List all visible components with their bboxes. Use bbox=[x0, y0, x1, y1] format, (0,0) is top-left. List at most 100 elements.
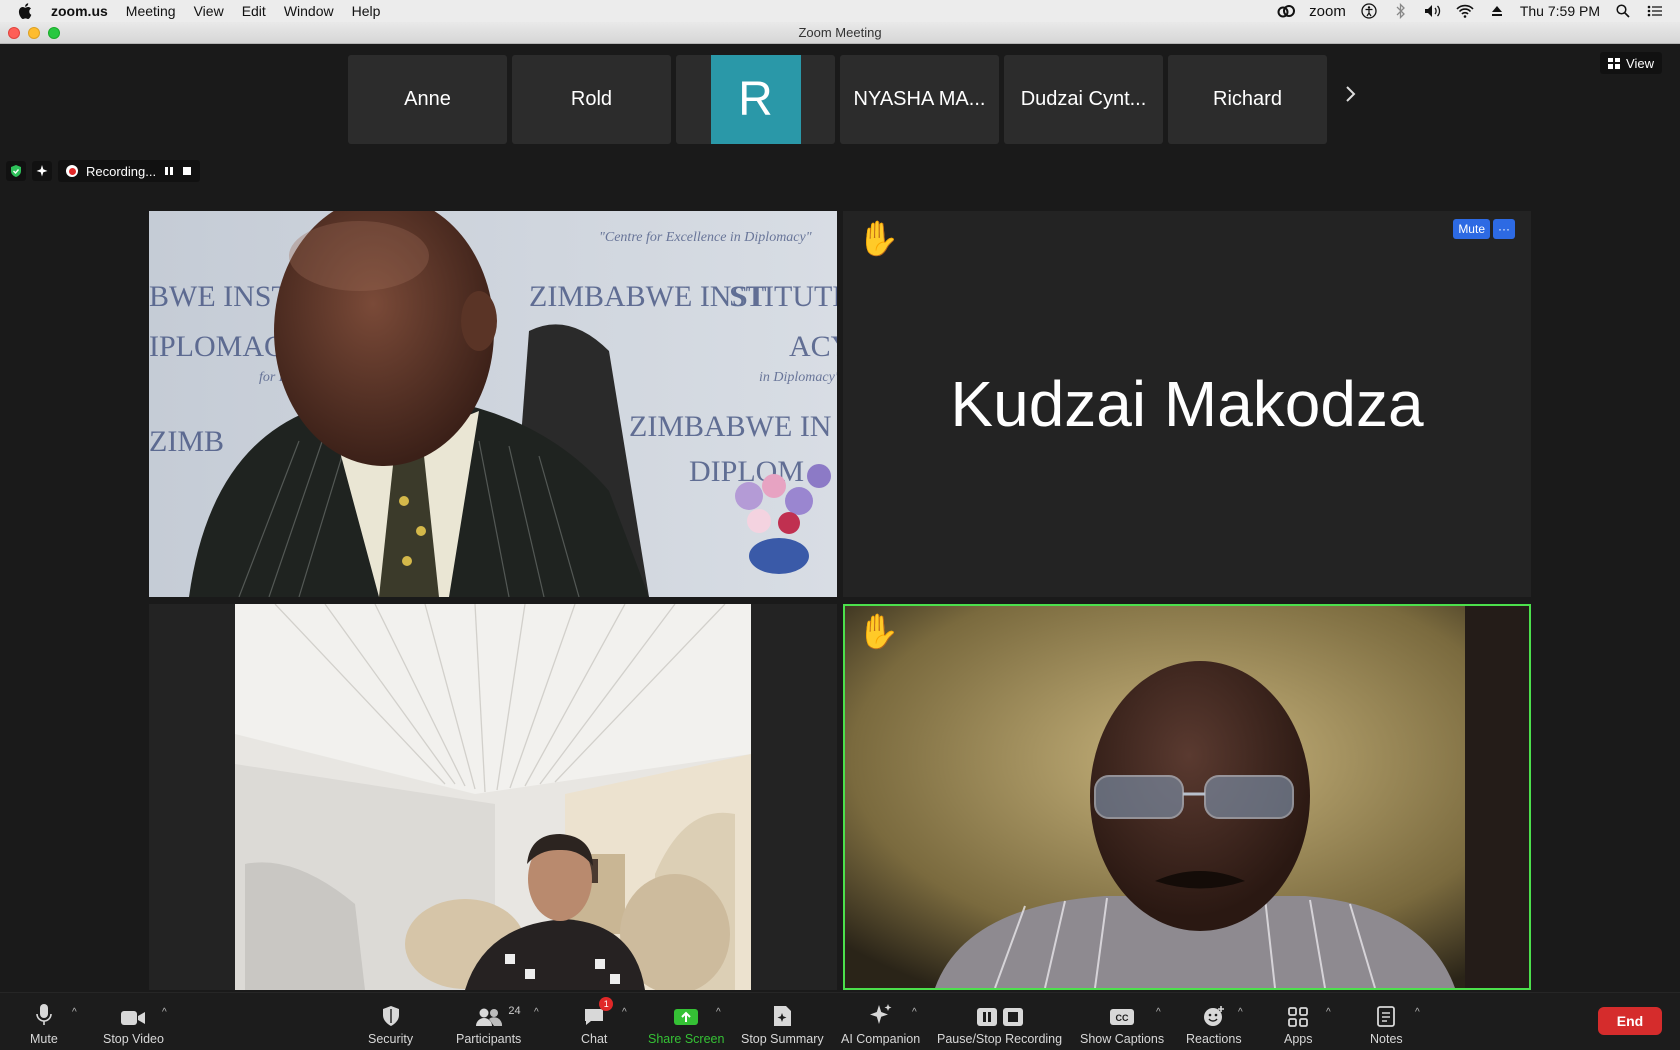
reactions-button[interactable]: Reactions bbox=[1186, 1001, 1242, 1046]
active-speaker-video-feed bbox=[845, 606, 1529, 988]
svg-text:ZIMBABWE IN: ZIMBABWE IN bbox=[629, 410, 831, 443]
grid-view-icon bbox=[1608, 57, 1621, 69]
reactions-options-chevron-icon[interactable]: ^ bbox=[1238, 1007, 1243, 1018]
stop-summary-label: Stop Summary bbox=[741, 1032, 824, 1046]
mute-button[interactable]: Mute bbox=[30, 1001, 58, 1046]
svg-text:"Centre for Excellence in Dipl: "Centre for Excellence in Diplomacy" bbox=[599, 230, 812, 245]
recording-status[interactable]: Recording... bbox=[58, 160, 201, 182]
ai-companion-button[interactable]: AI Companion bbox=[841, 1001, 920, 1046]
apps-options-chevron-icon[interactable]: ^ bbox=[1326, 1007, 1331, 1018]
participant-3-video-feed bbox=[149, 604, 837, 990]
strip-tile-richard[interactable]: Richard bbox=[1168, 55, 1327, 144]
show-captions-button[interactable]: CC Show Captions bbox=[1080, 1001, 1164, 1046]
security-button[interactable]: Security bbox=[368, 1001, 413, 1046]
menu-meeting[interactable]: Meeting bbox=[117, 0, 185, 22]
captions-options-chevron-icon[interactable]: ^ bbox=[1156, 1007, 1161, 1018]
stop-summary-button[interactable]: Stop Summary bbox=[741, 1001, 824, 1046]
video-tile-participant-1[interactable]: BWE INST STITUTE ZIMBABWE INST IPLOMAC A… bbox=[149, 211, 837, 597]
stop-video-button[interactable]: Stop Video bbox=[103, 1001, 164, 1046]
ai-companion-label: AI Companion bbox=[841, 1032, 921, 1046]
video-tile-participant-3[interactable] bbox=[149, 604, 837, 990]
window-minimize-button[interactable] bbox=[28, 27, 40, 39]
strip-tile-name: Anne bbox=[404, 88, 451, 110]
view-button[interactable]: View bbox=[1600, 52, 1662, 74]
avatar-initial: R bbox=[738, 73, 773, 126]
zoom-status-item[interactable]: zoom bbox=[1309, 3, 1346, 20]
recording-indicator-bar: Recording... bbox=[6, 160, 201, 182]
creative-cloud-icon[interactable] bbox=[1277, 2, 1296, 20]
pause-stop-recording-button[interactable]: Pause/Stop Recording bbox=[937, 1001, 1062, 1046]
stop-recording-icon[interactable] bbox=[182, 166, 192, 176]
end-meeting-button[interactable]: End bbox=[1598, 1007, 1662, 1035]
svg-text:BWE INST: BWE INST bbox=[149, 280, 290, 313]
menubar-clock[interactable]: Thu 7:59 PM bbox=[1520, 3, 1600, 19]
strip-tile-nyasha[interactable]: NYASHA MA... bbox=[840, 55, 999, 144]
chat-button[interactable]: 1 Chat bbox=[581, 997, 614, 1046]
svg-text:CC: CC bbox=[1116, 1013, 1129, 1023]
participant-strip: Anne Rold R NYASHA MA... Dudzai Cynt... … bbox=[348, 55, 1327, 144]
audio-options-chevron-icon[interactable]: ^ bbox=[72, 1007, 77, 1018]
bluetooth-icon[interactable] bbox=[1392, 2, 1410, 20]
mute-label: Mute bbox=[30, 1032, 58, 1046]
raised-hand-icon: ✋ bbox=[857, 613, 900, 651]
svg-text:ZIMB: ZIMB bbox=[149, 425, 224, 458]
video-options-chevron-icon[interactable]: ^ bbox=[162, 1007, 167, 1018]
avatar: R bbox=[710, 55, 801, 144]
apple-logo-icon[interactable] bbox=[14, 0, 36, 22]
video-tile-active-speaker[interactable]: ✋ bbox=[843, 604, 1531, 990]
participants-icon bbox=[475, 1008, 502, 1026]
participants-button[interactable]: 24 Participants bbox=[456, 1001, 521, 1046]
spotlight-search-icon[interactable] bbox=[1614, 2, 1632, 20]
notes-icon bbox=[1377, 1006, 1396, 1027]
strip-tile-dudzai[interactable]: Dudzai Cynt... bbox=[1004, 55, 1163, 144]
window-title: Zoom Meeting bbox=[798, 25, 882, 40]
reactions-label: Reactions bbox=[1186, 1032, 1242, 1046]
participant-mute-button[interactable]: Mute bbox=[1453, 219, 1490, 239]
strip-tile-anne[interactable]: Anne bbox=[348, 55, 507, 144]
accessibility-icon[interactable] bbox=[1360, 2, 1378, 20]
reactions-smiley-icon bbox=[1203, 1006, 1224, 1026]
share-screen-button[interactable]: Share Screen bbox=[648, 1001, 724, 1046]
raised-hand-icon: ✋ bbox=[857, 220, 900, 258]
mac-menu-bar: zoom.us Meeting View Edit Window Help zo… bbox=[0, 0, 1680, 22]
notes-options-chevron-icon[interactable]: ^ bbox=[1415, 1007, 1420, 1018]
video-camera-icon bbox=[121, 1011, 146, 1025]
window-title-bar: Zoom Meeting bbox=[0, 22, 1680, 44]
volume-icon[interactable] bbox=[1424, 2, 1442, 20]
share-options-chevron-icon[interactable]: ^ bbox=[716, 1007, 721, 1018]
menu-edit[interactable]: Edit bbox=[233, 0, 275, 22]
notes-label: Notes bbox=[1370, 1032, 1403, 1046]
apps-button[interactable]: Apps bbox=[1284, 1001, 1313, 1046]
participants-label: Participants bbox=[456, 1032, 522, 1046]
svg-text:in Diplomacy": in Diplomacy" bbox=[759, 370, 837, 385]
wifi-icon[interactable] bbox=[1456, 2, 1474, 20]
ai-companion-options-chevron-icon[interactable]: ^ bbox=[912, 1007, 917, 1018]
video-tile-kudzai-makodza[interactable]: ✋ Mute ··· Kudzai Makodza bbox=[843, 211, 1531, 597]
chat-unread-badge: 1 bbox=[599, 997, 614, 1011]
participants-options-chevron-icon[interactable]: ^ bbox=[534, 1007, 539, 1018]
strip-next-chevron-icon[interactable] bbox=[1340, 84, 1360, 104]
eject-icon[interactable] bbox=[1488, 2, 1506, 20]
chat-options-chevron-icon[interactable]: ^ bbox=[622, 1007, 627, 1018]
window-close-button[interactable] bbox=[8, 27, 20, 39]
pause-recording-icon[interactable] bbox=[164, 166, 174, 176]
ai-sparkle-icon[interactable] bbox=[32, 161, 52, 181]
show-captions-label: Show Captions bbox=[1080, 1032, 1165, 1046]
menu-app-name[interactable]: zoom.us bbox=[42, 0, 117, 22]
control-center-icon[interactable] bbox=[1646, 2, 1664, 20]
strip-tile-name: Rold bbox=[570, 88, 613, 110]
menu-window[interactable]: Window bbox=[275, 0, 343, 22]
svg-text:IPLOMAC: IPLOMAC bbox=[149, 330, 284, 363]
ai-companion-sparkle-icon bbox=[869, 1004, 892, 1024]
menu-view[interactable]: View bbox=[185, 0, 233, 22]
strip-tile-name: Dudzai Cynt... bbox=[1020, 88, 1147, 110]
meeting-area: View Anne Rold R NYASHA MA... Dudzai Cyn… bbox=[0, 44, 1680, 992]
meeting-toolbar: Mute ^ Stop Video ^ Security 24 Particip… bbox=[0, 992, 1680, 1050]
participant-more-options-icon[interactable]: ··· bbox=[1493, 219, 1515, 239]
notes-button[interactable]: Notes bbox=[1370, 1001, 1403, 1046]
strip-tile-r[interactable]: R bbox=[676, 55, 835, 144]
window-zoom-button[interactable] bbox=[48, 27, 60, 39]
menu-help[interactable]: Help bbox=[343, 0, 390, 22]
strip-tile-rold[interactable]: Rold bbox=[512, 55, 671, 144]
encryption-shield-icon[interactable] bbox=[6, 161, 26, 181]
